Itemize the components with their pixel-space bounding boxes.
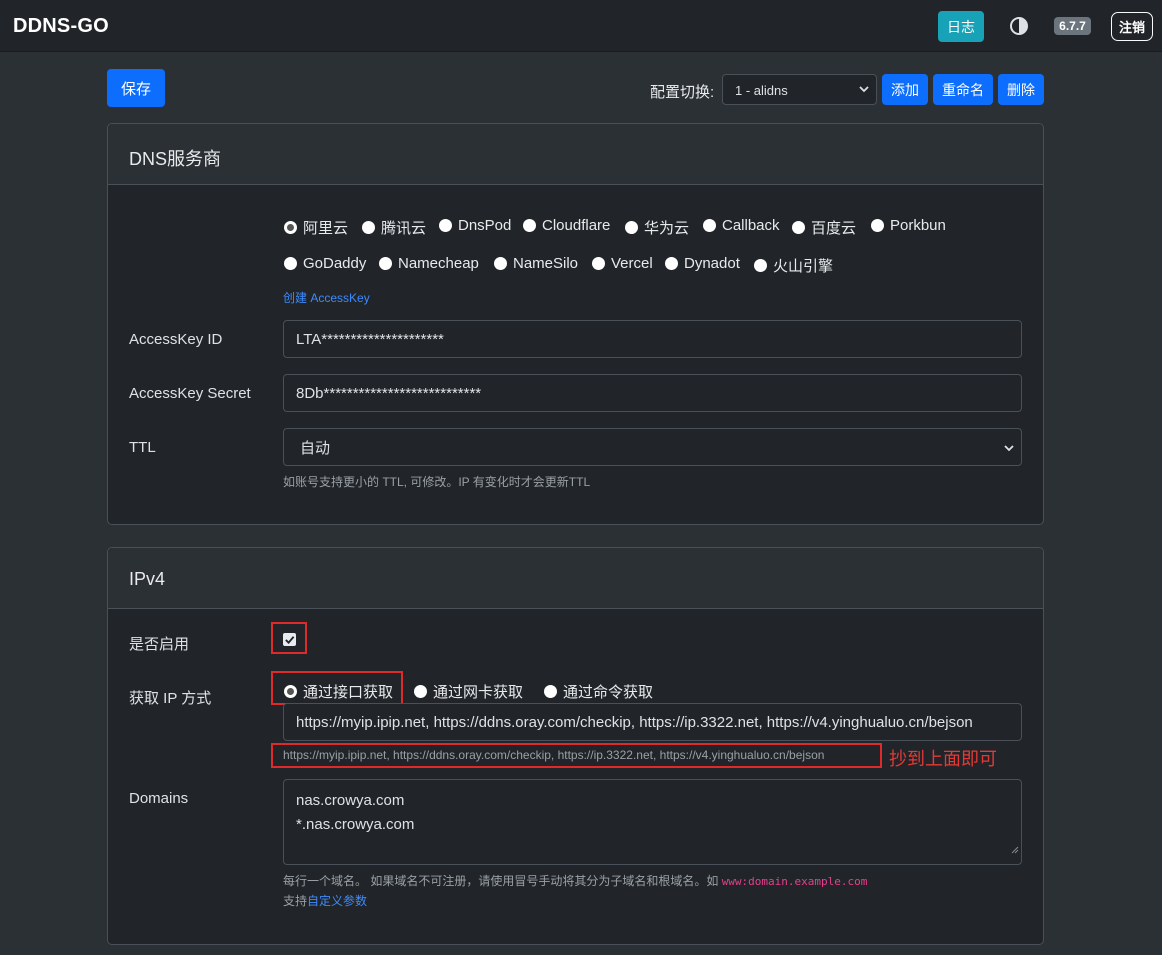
provider-radio-namesilo[interactable]: NameSilo [494, 255, 578, 272]
radio-icon [494, 257, 507, 270]
delete-config-button[interactable]: 删除 [998, 74, 1044, 105]
ip-method-label: 获取 IP 方式 [129, 690, 212, 707]
provider-radio-dynadot[interactable]: Dynadot [665, 255, 740, 272]
ip-url-input[interactable]: https://myip.ipip.net, https://ddns.oray… [283, 703, 1022, 741]
dns-provider-card: DNS服务商 阿里云 腾讯云 DnsPod Cloudflare 华为云 Cal… [107, 123, 1044, 525]
add-config-button[interactable]: 添加 [882, 74, 928, 105]
method-label: 通过命令获取 [563, 684, 654, 701]
brand-title: DDNS-GO [13, 15, 109, 37]
domains-help-text: 每行一个域名。 如果域名不可注册，请使用冒号手动将其分为子域名和根域名。如 [283, 874, 719, 888]
enable-label: 是否启用 [129, 636, 190, 653]
radio-icon [284, 257, 297, 270]
radio-icon [625, 221, 638, 234]
provider-radio-tencent[interactable]: 腾讯云 [362, 217, 426, 238]
ipv4-card: IPv4 是否启用 获取 IP 方式 通过接口获取 通过网卡获取 通过命令获取 … [107, 547, 1044, 945]
provider-label: NameSilo [513, 255, 579, 272]
provider-label: Namecheap [398, 255, 479, 272]
radio-icon [703, 219, 716, 232]
logout-button[interactable]: 注销 [1111, 12, 1153, 41]
provider-label: Vercel [611, 255, 653, 272]
save-button[interactable]: 保存 [107, 69, 165, 107]
provider-label: 华为云 [644, 220, 690, 237]
provider-radio-callback[interactable]: Callback [703, 217, 780, 234]
ttl-select[interactable]: 自动 [283, 428, 1022, 466]
theme-toggle-icon[interactable] [1008, 15, 1030, 37]
provider-radio-namecheap[interactable]: Namecheap [379, 255, 479, 272]
radio-icon [871, 219, 884, 232]
annotation-text: 抄到上面即可 [889, 749, 997, 769]
dns-card-title: DNS服务商 [108, 124, 1043, 185]
config-switch-label: 配置切换: [650, 84, 715, 101]
ip-url-help: https://myip.ipip.net, https://ddns.oray… [283, 748, 825, 762]
accesskey-secret-input[interactable]: 8Db*************************** [283, 374, 1022, 412]
provider-label: 阿里云 [303, 220, 349, 237]
radio-icon [439, 219, 452, 232]
provider-label: 腾讯云 [381, 220, 427, 237]
domain-line: *.nas.crowya.com [296, 816, 415, 833]
radio-icon [544, 685, 557, 698]
radio-icon [754, 259, 767, 272]
accesskey-id-label: AccessKey ID [129, 331, 223, 348]
provider-label: Dynadot [684, 255, 740, 272]
log-button[interactable]: 日志 [938, 11, 984, 42]
custom-params-line: 支持自定义参数 [283, 892, 367, 909]
method-label: 通过接口获取 [303, 684, 394, 701]
version-badge: 6.7.7 [1054, 17, 1091, 35]
chevron-down-icon [1003, 441, 1015, 458]
domains-label: Domains [129, 790, 189, 807]
create-accesskey-link[interactable]: 创建 AccessKey [283, 289, 370, 306]
domains-help-code: www:domain.example.com [721, 875, 868, 888]
radio-icon [592, 257, 605, 270]
provider-label: 百度云 [811, 220, 857, 237]
method-radio-api[interactable]: 通过接口获取 [284, 681, 393, 702]
radio-icon [379, 257, 392, 270]
domains-textarea[interactable]: nas.crowya.com *.nas.crowya.com [283, 779, 1022, 865]
radio-checked-icon [284, 221, 297, 234]
config-select-value: 1 - alidns [735, 83, 788, 98]
provider-radio-porkbun[interactable]: Porkbun [871, 217, 946, 234]
rename-config-button[interactable]: 重命名 [933, 74, 993, 105]
radio-icon [665, 257, 678, 270]
ttl-select-value: 自动 [300, 439, 331, 457]
provider-radio-aliyun[interactable]: 阿里云 [284, 217, 348, 238]
ttl-help-text: 如账号支持更小的 TTL, 可修改。IP 有变化时才会更新TTL [283, 475, 591, 489]
provider-label: Porkbun [890, 217, 946, 234]
provider-radio-volcengine[interactable]: 火山引擎 [754, 255, 833, 276]
provider-radio-cloudflare[interactable]: Cloudflare [523, 217, 610, 234]
ttl-label: TTL [129, 439, 156, 456]
provider-radio-vercel[interactable]: Vercel [592, 255, 653, 272]
radio-icon [523, 219, 536, 232]
provider-label: Cloudflare [542, 217, 611, 234]
method-radio-nic[interactable]: 通过网卡获取 [414, 681, 523, 702]
config-select[interactable]: 1 - alidns [722, 74, 877, 105]
accesskey-id-input[interactable]: LTA********************* [283, 320, 1022, 358]
radio-icon [414, 685, 427, 698]
custom-params-prefix: 支持 [283, 894, 308, 908]
domains-help: 每行一个域名。 如果域名不可注册，请使用冒号手动将其分为子域名和根域名。如 ww… [283, 872, 867, 889]
checkmark-icon [285, 636, 295, 645]
provider-label: 火山引擎 [773, 258, 834, 275]
ipv4-card-title: IPv4 [108, 548, 1043, 609]
provider-radio-baidu[interactable]: 百度云 [792, 217, 856, 238]
radio-icon [792, 221, 805, 234]
accesskey-secret-label: AccessKey Secret [129, 385, 251, 402]
resize-handle-icon[interactable] [1011, 838, 1019, 862]
domain-line: nas.crowya.com [296, 792, 405, 809]
provider-label: GoDaddy [303, 255, 367, 272]
custom-params-link[interactable]: 自定义参数 [307, 894, 367, 908]
provider-label: Callback [722, 217, 780, 234]
navbar: DDNS-GO 日志 6.7.7 注销 [0, 0, 1162, 52]
provider-radio-godaddy[interactable]: GoDaddy [284, 255, 366, 272]
provider-radio-huawei[interactable]: 华为云 [625, 217, 689, 238]
provider-radio-dnspod[interactable]: DnsPod [439, 217, 511, 234]
chevron-down-icon [858, 83, 870, 98]
provider-label: DnsPod [458, 217, 512, 234]
method-radio-cmd[interactable]: 通过命令获取 [544, 681, 653, 702]
radio-checked-icon [284, 685, 297, 698]
radio-icon [362, 221, 375, 234]
enable-checkbox[interactable] [283, 633, 296, 646]
method-label: 通过网卡获取 [433, 684, 524, 701]
